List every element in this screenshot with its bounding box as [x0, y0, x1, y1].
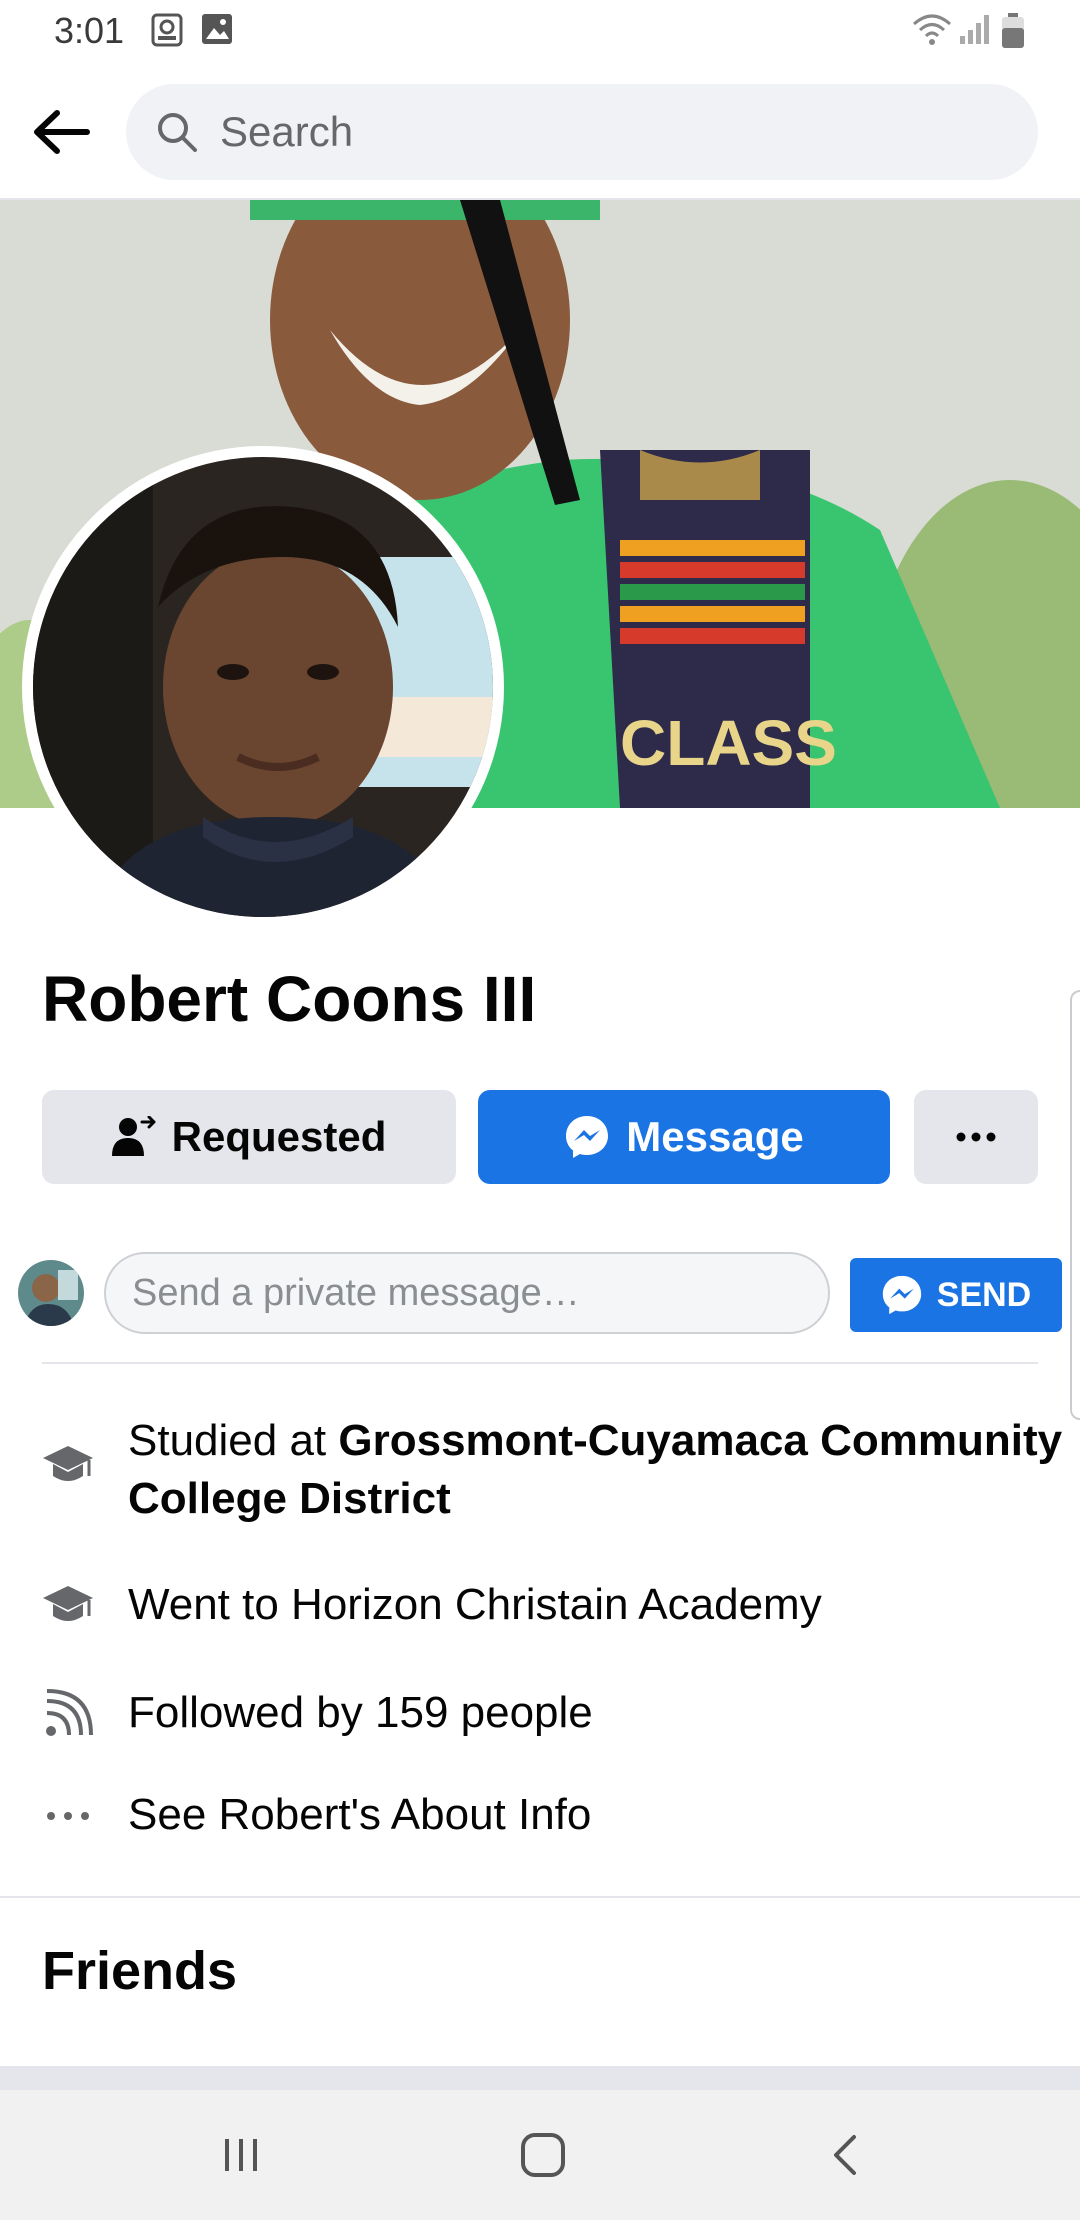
- nav-back-button[interactable]: [800, 2120, 890, 2190]
- graduation-cap-icon: [38, 1436, 98, 1496]
- signal-icon: [958, 12, 992, 51]
- divider: [42, 1362, 1038, 1364]
- info-followers: Followed by 159 people: [128, 1688, 593, 1737]
- profile-name: Robert Coons III: [42, 963, 537, 1035]
- more-icon: [38, 1786, 98, 1846]
- send-button[interactable]: SEND: [850, 1258, 1062, 1332]
- top-bar: Search: [0, 64, 1080, 200]
- private-message-input[interactable]: [104, 1252, 830, 1334]
- friends-section-title: Friends: [42, 1941, 238, 2001]
- messenger-icon: [881, 1274, 923, 1316]
- message-button[interactable]: Message: [478, 1090, 890, 1184]
- viewer-avatar: [18, 1260, 84, 1326]
- home-button[interactable]: [498, 2120, 588, 2190]
- about-info-link[interactable]: See Robert's About Info: [128, 1786, 591, 1844]
- more-icon: [956, 1132, 996, 1142]
- back-arrow-icon: [31, 107, 91, 157]
- messenger-icon: [564, 1114, 610, 1160]
- cover-caption: CLASS: [620, 707, 837, 779]
- profile-picture-frame[interactable]: [22, 446, 504, 928]
- studied-prefix: Studied at: [128, 1416, 339, 1465]
- requested-label: Requested: [171, 1113, 387, 1160]
- more-options-button[interactable]: [914, 1090, 1038, 1184]
- search-placeholder: Search: [220, 108, 354, 155]
- system-nav-bar: [0, 2090, 1080, 2220]
- wifi-icon: [910, 12, 954, 53]
- search-input[interactable]: Search: [126, 84, 1038, 180]
- back-button[interactable]: [24, 100, 98, 164]
- edge-panel-handle[interactable]: [1070, 990, 1080, 1420]
- search-icon: [156, 111, 198, 153]
- status-time: 3:01: [54, 10, 125, 51]
- message-label: Message: [626, 1113, 804, 1160]
- battery-icon: [1000, 12, 1026, 55]
- profile-picture[interactable]: [33, 457, 493, 917]
- send-label: SEND: [936, 1275, 1032, 1314]
- info-went-to: Went to Horizon Christain Academy: [128, 1580, 822, 1629]
- recents-icon: [221, 2135, 261, 2175]
- graduation-cap-icon: [38, 1576, 98, 1636]
- divider: [0, 1896, 1080, 1898]
- cast-icon: [150, 12, 184, 53]
- recents-button[interactable]: [196, 2120, 286, 2190]
- info-studied-at: Studied at Grossmont-Cuyamaca Community …: [128, 1412, 1080, 1528]
- home-icon: [520, 2132, 566, 2178]
- add-friend-icon: [111, 1116, 156, 1158]
- section-separator: [0, 2066, 1080, 2090]
- rss-icon: [38, 1684, 98, 1744]
- status-bar: 3:01: [0, 0, 1080, 64]
- back-icon: [830, 2133, 860, 2177]
- requested-button[interactable]: Requested: [42, 1090, 456, 1184]
- image-icon: [200, 12, 234, 51]
